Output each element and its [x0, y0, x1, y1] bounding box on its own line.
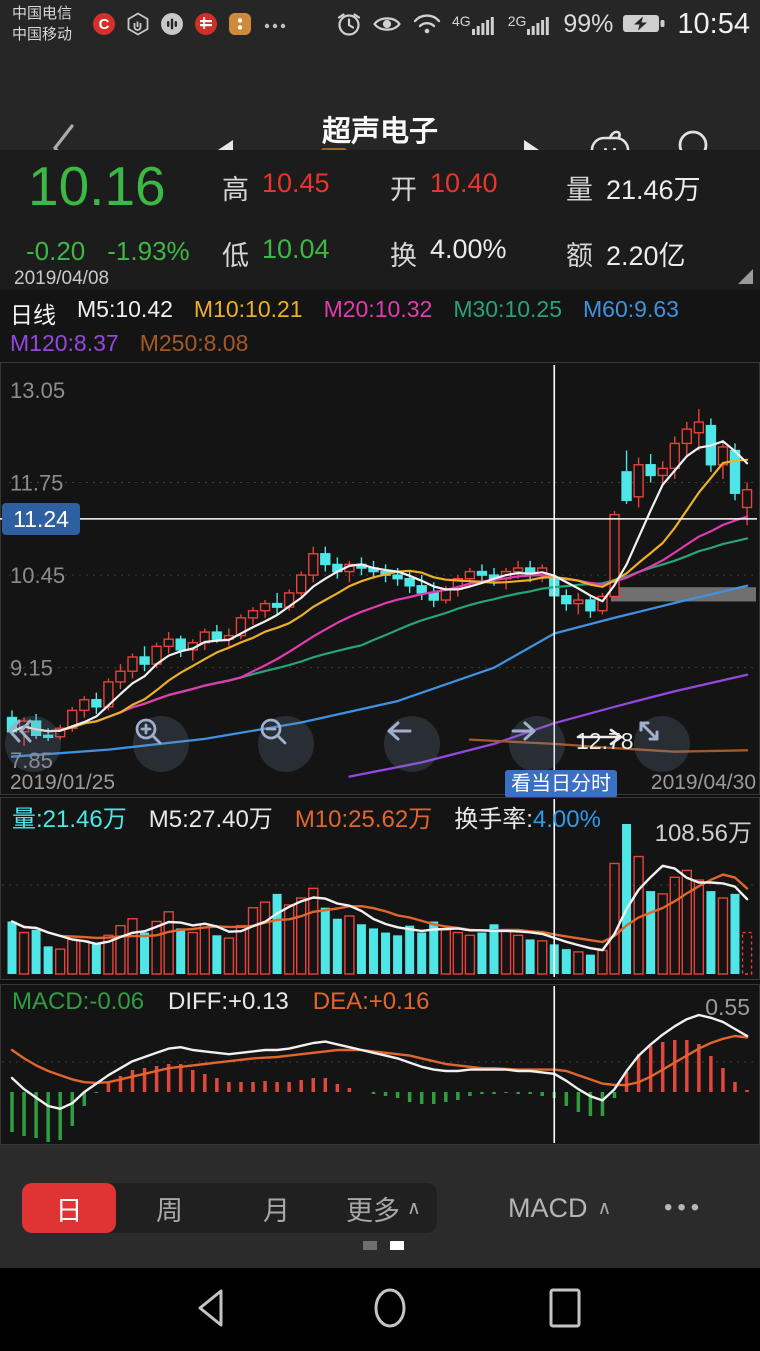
- zoom-in-button[interactable]: [133, 716, 189, 772]
- period-label: 日线: [10, 296, 56, 330]
- ma5-label: M5:10.42: [77, 296, 173, 330]
- pan-right-button[interactable]: [509, 716, 565, 772]
- copyright-badge-icon: C: [92, 12, 116, 36]
- overflow-dots-icon: [262, 12, 288, 36]
- last-price: 10.16: [28, 154, 166, 218]
- tab-day[interactable]: 日: [22, 1183, 116, 1233]
- svg-text:C: C: [99, 16, 110, 33]
- nav-recents-button[interactable]: [543, 1286, 587, 1330]
- fast-rewind-button[interactable]: [5, 716, 61, 772]
- ma10-label: M10:10.21: [194, 296, 303, 330]
- x-axis-end-date: 2019/04/30: [651, 771, 756, 795]
- battery-icon: [622, 11, 668, 37]
- signal-4g: 4G: [452, 13, 499, 35]
- macd-peak-label: 0.55: [705, 994, 750, 1021]
- quote-panel[interactable]: 10.16 -0.20 -1.93% 2019/04/08 高 10.45 低 …: [0, 150, 760, 290]
- pan-left-button[interactable]: [384, 716, 440, 772]
- signal-2g: 2G: [508, 13, 555, 35]
- page-indicator-dot: [390, 1241, 404, 1250]
- ma20-label: M20:10.32: [324, 296, 433, 330]
- crosshair-price-badge: 11.24: [2, 503, 80, 535]
- title-bar: 超声电子 融 000823: [0, 48, 760, 150]
- open-label: 开: [390, 168, 417, 207]
- zoom-out-button[interactable]: [258, 716, 314, 772]
- price-change: -0.20: [26, 236, 85, 267]
- svg-text:9.15: 9.15: [10, 656, 53, 681]
- turnover-rate: 换手率:4.00%: [454, 799, 601, 834]
- volume-peak-label: 108.56万: [655, 813, 752, 848]
- ma30-label: M30:10.25: [453, 296, 562, 330]
- amount-label: 额: [566, 234, 593, 273]
- alarm-icon: [335, 10, 363, 38]
- ma120-label: M120:8.37: [10, 330, 119, 357]
- more-options-button[interactable]: •••: [664, 1183, 704, 1233]
- stock-app-screen: 中国电信 中国移动 C: [0, 0, 760, 1351]
- clock-time: 10:54: [677, 8, 750, 41]
- turnover-label: 换: [390, 234, 417, 273]
- dea-value: DEA:+0.16: [313, 988, 430, 1016]
- wifi-icon: [411, 11, 443, 37]
- high-value: 10.45: [262, 168, 330, 207]
- svg-text:10.45: 10.45: [10, 563, 65, 588]
- low-label: 低: [222, 234, 249, 273]
- svg-text:13.05: 13.05: [10, 378, 65, 403]
- bottom-toolbar: 日 周 月 更多∧ MACD∧ •••: [0, 1145, 760, 1268]
- svg-text:11.75: 11.75: [10, 471, 63, 496]
- volume-ma10: M10:25.62万: [295, 799, 432, 834]
- ma-indicator-bar: 日线 M5:10.42 M10:10.21 M20:10.32 M30:10.2…: [0, 290, 760, 362]
- ma250-label: M250:8.08: [140, 330, 249, 357]
- macd-header: MACD:-0.06 DIFF:+0.13 DEA:+0.16: [12, 988, 430, 1016]
- turnover-value: 4.00%: [430, 234, 507, 273]
- quote-expand-handle[interactable]: [738, 269, 753, 284]
- chevron-up-icon: ∧: [598, 1197, 612, 1220]
- nav-home-button[interactable]: [368, 1286, 412, 1330]
- view-intraday-button[interactable]: 看当日分时: [505, 770, 617, 798]
- android-navbar: [0, 1268, 760, 1351]
- indicator-selector[interactable]: MACD∧: [508, 1183, 611, 1233]
- status-bar: 中国电信 中国移动 C: [0, 0, 760, 48]
- carrier-2: 中国移动: [12, 24, 72, 45]
- open-value: 10.40: [430, 168, 498, 207]
- macd-value: MACD:-0.06: [12, 988, 144, 1016]
- macd-panel[interactable]: MACD:-0.06 DIFF:+0.13 DEA:+0.16 0.55: [0, 984, 760, 1145]
- diff-value: DIFF:+0.13: [168, 988, 289, 1016]
- carrier-1: 中国电信: [12, 3, 72, 24]
- stop-hand-icon: [126, 12, 150, 36]
- price-change-pct: -1.93%: [107, 236, 189, 267]
- expand-diagonal-button[interactable]: [634, 716, 690, 772]
- page-title: 超声电子: [0, 108, 760, 150]
- candlestick-chart[interactable]: 13.0511.7510.459.157.85 12.78 8.12 11.24: [0, 362, 760, 795]
- amount-value: 2.20亿: [606, 234, 686, 273]
- volume-ma5: M5:27.40万: [149, 799, 273, 834]
- x-axis-start-date: 2019/01/25: [10, 771, 115, 795]
- high-label: 高: [222, 168, 249, 207]
- low-value: 10.04: [262, 234, 330, 273]
- chart-controls: [0, 716, 760, 772]
- quote-date: 2019/04/08: [14, 268, 109, 290]
- volume-label: 量: [566, 168, 593, 207]
- tab-more[interactable]: 更多∧: [330, 1183, 437, 1233]
- voice-assistant-icon: [160, 12, 184, 36]
- battery-percent: 99%: [563, 10, 613, 39]
- app-badge-icon: [228, 12, 252, 36]
- carrier-names: 中国电信 中国移动: [12, 3, 72, 45]
- period-tabs: 日 周 月 更多∧: [22, 1183, 437, 1233]
- eye-protection-icon: [372, 12, 402, 36]
- volume-header: 量:21.46万 M5:27.40万 M10:25.62万 换手率:4.00%: [12, 799, 601, 834]
- nav-back-button[interactable]: [191, 1286, 235, 1330]
- volume-current: 量:21.46万: [12, 799, 127, 834]
- page-indicator: [363, 1241, 404, 1250]
- tab-month[interactable]: 月: [223, 1183, 330, 1233]
- ma60-label: M60:9.63: [583, 296, 679, 330]
- tab-week[interactable]: 周: [116, 1183, 223, 1233]
- chevron-up-icon: ∧: [407, 1197, 421, 1220]
- volume-value: 21.46万: [606, 168, 701, 207]
- volume-panel[interactable]: 量:21.46万 M5:27.40万 M10:25.62万 换手率:4.00% …: [0, 797, 760, 980]
- news-badge-icon: [194, 12, 218, 36]
- page-indicator-dot: [363, 1241, 377, 1250]
